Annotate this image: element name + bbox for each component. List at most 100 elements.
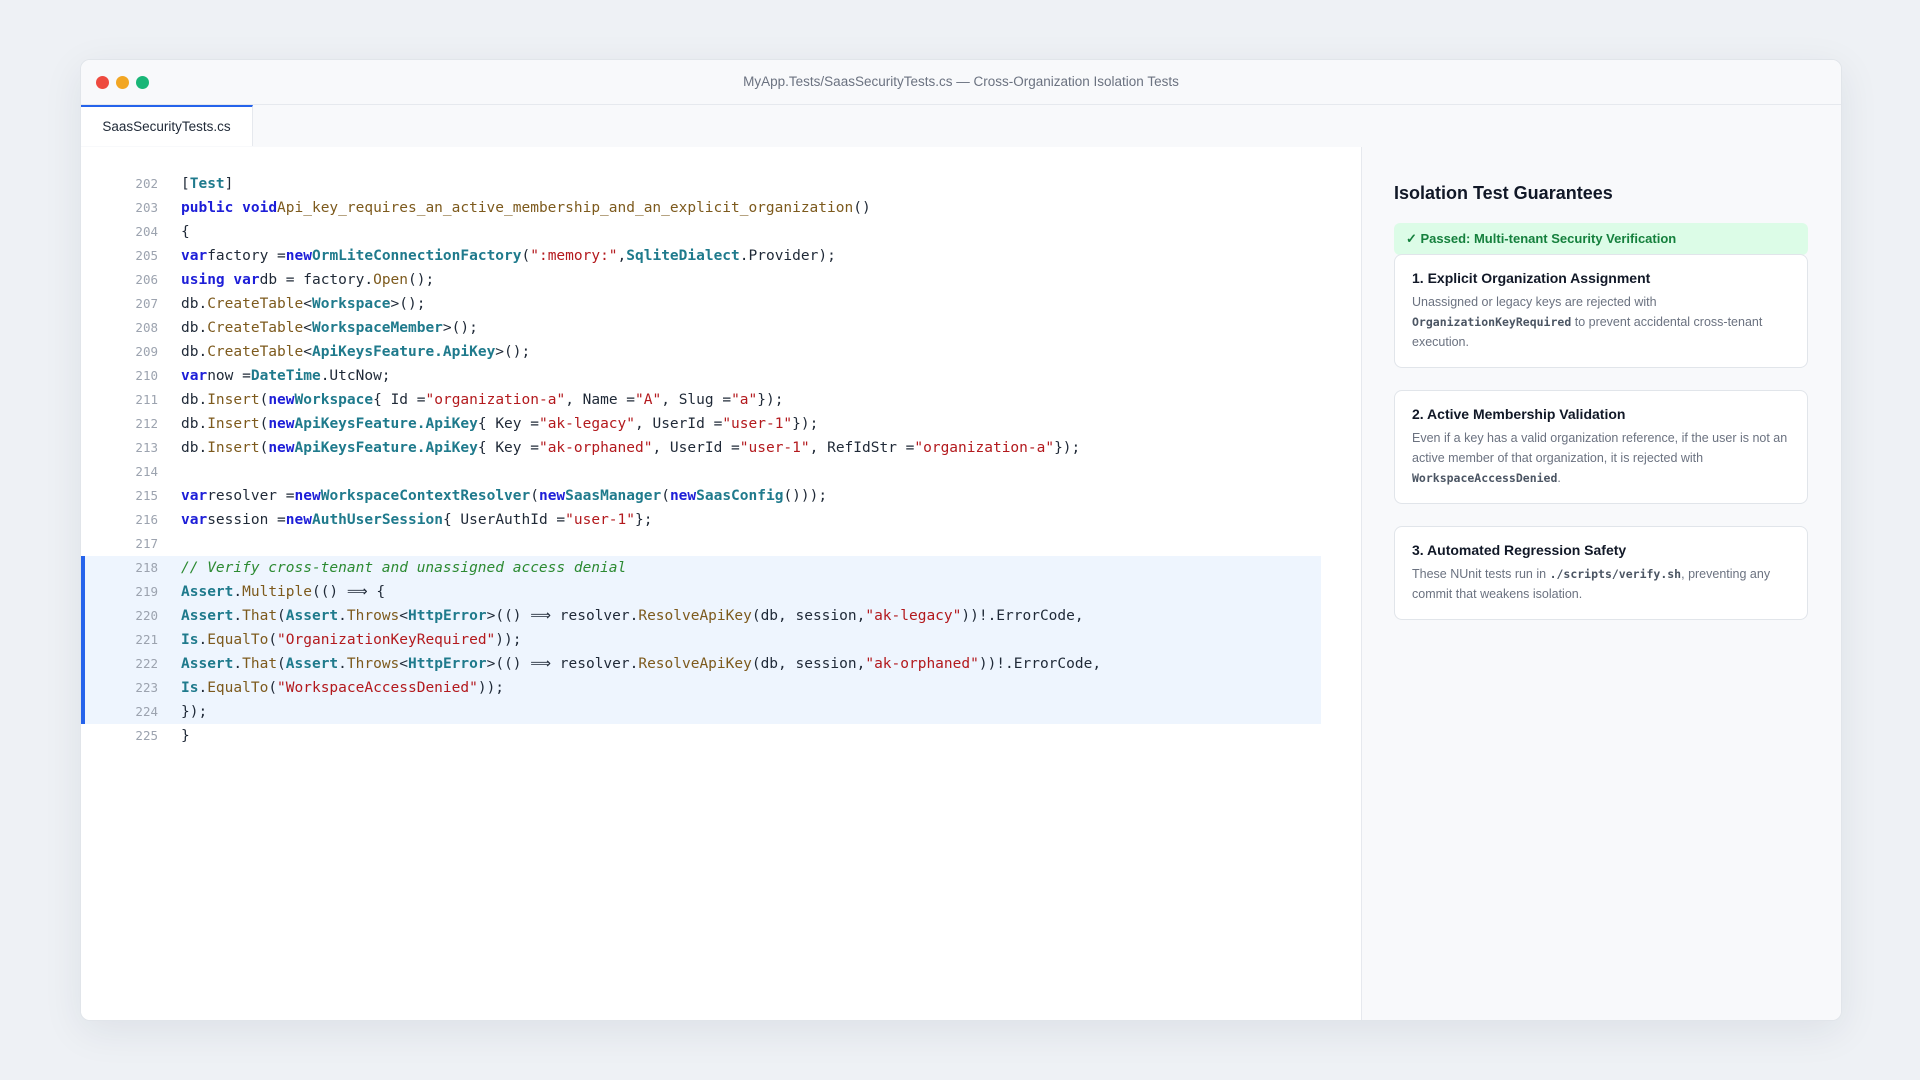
code-token: >(() ⟹ resolver.	[486, 608, 639, 624]
code-token: "ak-orphaned"	[865, 656, 979, 672]
code-token: Is	[181, 680, 199, 696]
code-line[interactable]: 213 db.Insert(newApiKeysFeature.ApiKey{ K…	[81, 436, 1321, 460]
code-token: ));	[477, 680, 505, 696]
line-number: 222	[135, 656, 158, 671]
code-token: (	[268, 632, 278, 648]
code-token: [	[181, 176, 190, 192]
tab-saas-security-tests[interactable]: SaasSecurityTests.cs	[81, 105, 253, 146]
code-token: , Slug =	[661, 392, 732, 408]
line-code: Is.EqualTo("OrganizationKeyRequired"));	[181, 628, 522, 652]
code-token: new	[285, 248, 312, 264]
code-line[interactable]: 208 db.CreateTable<WorkspaceMember>();	[81, 316, 1321, 340]
code-token: .	[233, 584, 243, 600]
code-token: Is	[181, 632, 199, 648]
code-token: {	[181, 224, 190, 240]
card-title: 2. Active Membership Validation	[1412, 406, 1626, 422]
code-token: var	[181, 512, 208, 528]
code-token: ));	[495, 632, 522, 648]
code-token: .	[198, 632, 208, 648]
code-line[interactable]: 204 {	[81, 220, 1321, 244]
code-line[interactable]: 219 Assert.Multiple(() ⟹ {	[81, 580, 1321, 604]
code-token: HttpError	[408, 608, 487, 624]
code-token: , UserId =	[635, 416, 723, 432]
code-token: var	[181, 368, 208, 384]
panel-title: Isolation Test Guarantees	[1394, 183, 1613, 203]
code-token: EqualTo	[207, 632, 269, 648]
code-token: });	[181, 704, 208, 720]
workspace: 202 [Test] 203 public voidApi_key_requires_…	[81, 147, 1841, 1020]
code-token: resolver =	[207, 488, 295, 504]
line-number: 211	[135, 392, 158, 407]
line-code: db.CreateTable<ApiKeysFeature.ApiKey>();	[181, 340, 530, 364]
code-line[interactable]: 225}	[81, 724, 1321, 748]
code-line[interactable]: 224});	[81, 700, 1321, 724]
code-line[interactable]: 218 // Verify cross-tenant and unassigned…	[81, 556, 1321, 580]
code-token: <	[303, 320, 312, 336]
code-line[interactable]: 206 using vardb = factory.Open();	[81, 268, 1321, 292]
code-token: ApiKeysFeature.ApiKey	[294, 416, 478, 432]
code-token: SaasManager	[565, 488, 662, 504]
line-code: using vardb = factory.Open();	[181, 268, 434, 292]
code-line[interactable]: 223 Is.EqualTo("WorkspaceAccessDenied"));	[81, 676, 1321, 700]
code-token: "user-1"	[739, 440, 810, 456]
card-title: 3. Automated Regression Safety	[1412, 542, 1627, 558]
code-token: });	[792, 416, 819, 432]
code-line[interactable]: 214	[81, 460, 1321, 484]
code-line[interactable]: 203 public voidApi_key_requires_an_active…	[81, 196, 1321, 220]
code-line[interactable]: 216 varsession =newAuthUserSession{ UserA…	[81, 508, 1321, 532]
code-token: Throws	[346, 608, 400, 624]
code-token: db.	[181, 296, 208, 312]
code-token: <	[303, 296, 312, 312]
code-token: db.	[181, 416, 208, 432]
line-number: 202	[135, 176, 158, 191]
code-token: <	[399, 608, 409, 624]
line-code: [Test]	[181, 172, 233, 196]
code-token: ApiKeysFeature.ApiKey	[311, 344, 496, 360]
line-number: 205	[135, 248, 158, 263]
code-line[interactable]: 205 varfactory =newOrmLiteConnectionFacto…	[81, 244, 1321, 268]
code-token: ()));	[783, 488, 828, 504]
card-description: These NUnit tests run in ./scripts/verif…	[1412, 564, 1790, 604]
code-token: ":memory:"	[530, 248, 618, 264]
code-token: (() ⟹ {	[311, 584, 386, 600]
line-code: }	[181, 724, 190, 748]
code-line[interactable]: 211 db.Insert(newWorkspace{ Id ="organiza…	[81, 388, 1321, 412]
line-code: });	[181, 700, 207, 724]
code-token: Api_key_requires_an_active_membership_an…	[277, 200, 854, 216]
code-line[interactable]: 202 [Test]	[81, 172, 1321, 196]
code-line[interactable]: 207 db.CreateTable<Workspace>();	[81, 292, 1321, 316]
code-token: new	[285, 512, 312, 528]
line-code: varresolver =newWorkspaceContextResolver…	[181, 484, 827, 508]
code-token: (	[530, 488, 539, 504]
line-code: varsession =newAuthUserSession{ UserAuth…	[181, 508, 652, 532]
code-token: public	[181, 200, 234, 216]
code-token: .	[233, 656, 243, 672]
code-token: using	[181, 272, 225, 288]
code-token: Assert	[285, 608, 339, 624]
line-code: // Verify cross-tenant and unassigned ac…	[181, 556, 626, 580]
code-token: db.	[181, 440, 208, 456]
code-line[interactable]: 217	[81, 532, 1321, 556]
code-line[interactable]: 215 varresolver =newWorkspaceContextResol…	[81, 484, 1321, 508]
code-lines: 202 [Test] 203 public voidApi_key_requires_…	[81, 172, 1321, 748]
code-line[interactable]: 222 Assert.That(Assert.Throws<HttpError>(…	[81, 652, 1321, 676]
code-line[interactable]: 212 db.Insert(newApiKeysFeature.ApiKey{ K…	[81, 412, 1321, 436]
line-number: 213	[135, 440, 158, 455]
code-line[interactable]: 220 Assert.That(Assert.Throws<HttpError>(…	[81, 604, 1321, 628]
code-token: .	[338, 608, 347, 624]
code-line[interactable]: 221 Is.EqualTo("OrganizationKeyRequired")…	[81, 628, 1321, 652]
code-line[interactable]: 209 db.CreateTable<ApiKeysFeature.ApiKey>…	[81, 340, 1321, 364]
code-token: Insert	[207, 416, 260, 432]
line-code: public voidApi_key_requires_an_active_me…	[181, 196, 871, 220]
guarantees-panel: Isolation Test Guarantees ✓ Passed: Mult…	[1362, 147, 1841, 1020]
code-line[interactable]: 210 varnow =DateTime.UtcNow;	[81, 364, 1321, 388]
line-number: 216	[135, 512, 158, 527]
line-code: Assert.Multiple(() ⟹ {	[181, 580, 385, 604]
code-token: ]	[224, 176, 234, 192]
code-token: { UserAuthId =	[442, 512, 566, 528]
code-token: "ak-legacy"	[538, 416, 635, 432]
code-token: ApiKeysFeature.ApiKey	[294, 440, 478, 456]
card-text: These NUnit tests run in	[1412, 567, 1550, 581]
code-editor[interactable]: 202 [Test] 203 public voidApi_key_requires_…	[81, 147, 1362, 1020]
